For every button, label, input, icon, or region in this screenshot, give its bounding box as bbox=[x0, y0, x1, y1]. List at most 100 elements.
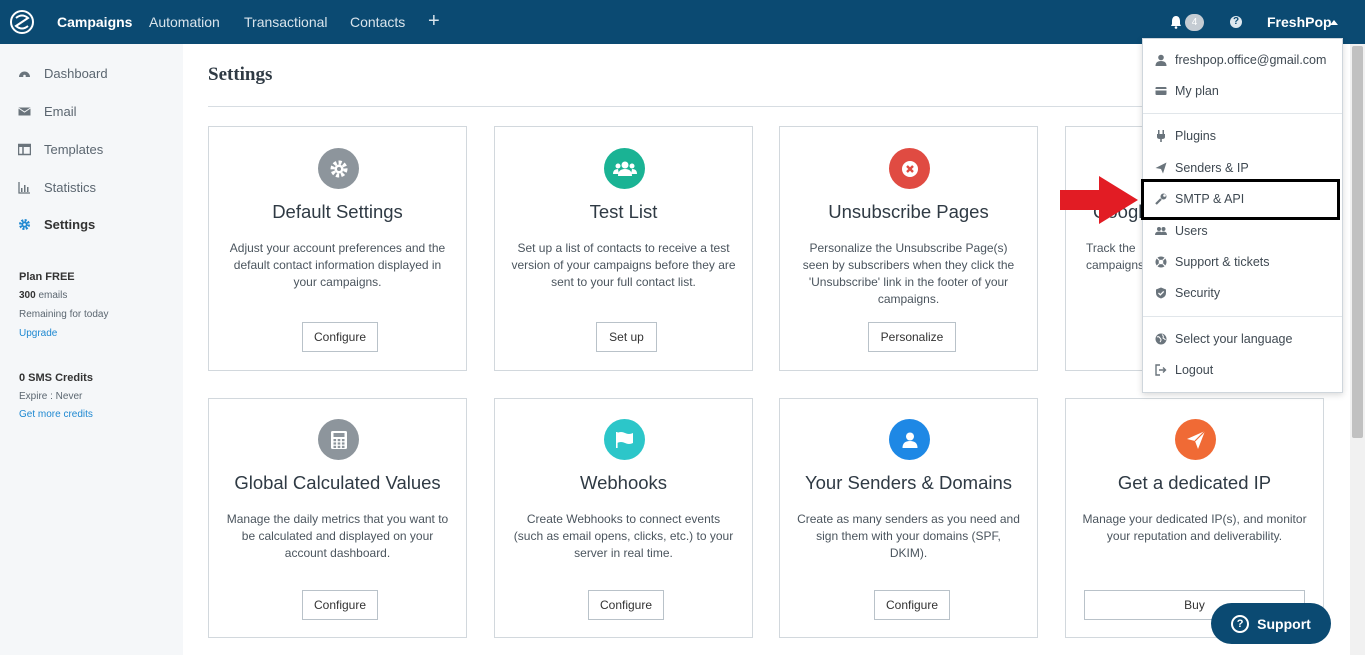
dropdown-item-label: Plugins bbox=[1175, 129, 1216, 143]
plug-icon bbox=[1157, 130, 1165, 142]
card-description: Manage your dedicated IP(s), and monitor… bbox=[1082, 512, 1307, 543]
logo-icon[interactable] bbox=[9, 9, 35, 35]
calculator-icon bbox=[330, 430, 347, 449]
card-global-calculated-values: Global Calculated Values Manage the dail… bbox=[208, 398, 467, 638]
card-icon-circle bbox=[604, 148, 645, 189]
users-icon bbox=[1155, 227, 1167, 235]
shield-icon bbox=[1156, 287, 1166, 299]
card-title: Your Senders & Domains bbox=[804, 472, 1013, 493]
sidebar-item-label: Templates bbox=[44, 141, 104, 157]
get-more-credits-link[interactable]: Get more credits bbox=[19, 409, 93, 420]
sidebar: Dashboard Email Templates Statistics Set… bbox=[0, 44, 183, 655]
upgrade-link[interactable]: Upgrade bbox=[19, 328, 57, 339]
card-description: Create as many senders as you need and s… bbox=[797, 512, 1020, 560]
card-icon-circle bbox=[318, 419, 359, 460]
dropdown-item-security[interactable]: Security bbox=[1155, 284, 1220, 302]
card-test-list: Test List Set up a list of contacts to r… bbox=[494, 126, 753, 371]
sidebar-item-label: Email bbox=[44, 103, 77, 119]
card-webhooks: Webhooks Create Webhooks to connect even… bbox=[494, 398, 753, 638]
logout-icon bbox=[1155, 364, 1167, 376]
card-icon-circle bbox=[889, 419, 930, 460]
dropdown-separator bbox=[1143, 316, 1342, 317]
sidebar-item-templates[interactable]: Templates bbox=[18, 139, 103, 159]
configure-button[interactable]: Configure bbox=[874, 590, 950, 620]
dropdown-item-account-email[interactable]: freshpop.office@gmail.com bbox=[1155, 51, 1326, 69]
card-title: Test List bbox=[589, 201, 658, 222]
gear-icon bbox=[19, 218, 30, 230]
send-icon bbox=[1155, 162, 1167, 174]
caret-up-icon[interactable] bbox=[1330, 20, 1338, 25]
configure-button[interactable]: Configure bbox=[302, 590, 378, 620]
dropdown-item-users[interactable]: Users bbox=[1155, 222, 1208, 240]
card-senders-domains: Your Senders & Domains Create as many se… bbox=[779, 398, 1038, 638]
dropdown-item-label: freshpop.office@gmail.com bbox=[1175, 53, 1327, 67]
dropdown-item-senders-ip[interactable]: Senders & IP bbox=[1155, 159, 1249, 177]
statistics-icon bbox=[18, 181, 30, 194]
card-description: Set up a list of contacts to receive a t… bbox=[511, 241, 736, 289]
card-dedicated-ip: Get a dedicated IP Manage your dedicated… bbox=[1065, 398, 1324, 638]
configure-button[interactable]: Configure bbox=[588, 590, 664, 620]
page-title: Settings bbox=[208, 64, 273, 85]
emails-remaining: 300 emails bbox=[19, 290, 67, 301]
card-description: Track the campaigns bbox=[1086, 241, 1145, 272]
sms-credits: 0 SMS Credits bbox=[19, 372, 93, 384]
card-default-settings: Default Settings Adjust your account pre… bbox=[208, 126, 467, 371]
sidebar-item-email[interactable]: Email bbox=[18, 101, 77, 121]
dropdown-item-support-tickets[interactable]: Support & tickets bbox=[1155, 253, 1270, 271]
dashboard-icon bbox=[19, 71, 30, 77]
card-icon-circle bbox=[889, 148, 930, 189]
help-icon: ? bbox=[1231, 614, 1250, 633]
flag-icon bbox=[615, 431, 633, 448]
scrollbar[interactable] bbox=[1350, 44, 1365, 655]
close-icon bbox=[901, 160, 918, 177]
sidebar-item-settings[interactable]: Settings bbox=[18, 214, 95, 234]
sms-expire: Expire : Never bbox=[19, 391, 83, 402]
lifebuoy-icon bbox=[1155, 256, 1167, 268]
card-title: Default Settings bbox=[272, 201, 403, 222]
sidebar-item-label: Settings bbox=[44, 216, 96, 232]
dropdown-item-label: Senders & IP bbox=[1175, 161, 1249, 175]
configure-button[interactable]: Configure bbox=[302, 322, 378, 352]
personalize-button[interactable]: Personalize bbox=[868, 322, 956, 352]
card-description: Adjust your account preferences and the … bbox=[229, 241, 446, 289]
emails-count: 300 bbox=[19, 290, 36, 301]
bell-icon[interactable] bbox=[1170, 15, 1182, 29]
dropdown-item-logout[interactable]: Logout bbox=[1155, 361, 1213, 379]
sidebar-item-dashboard[interactable]: Dashboard bbox=[18, 63, 108, 83]
dropdown-item-label: My plan bbox=[1175, 84, 1219, 98]
send-icon bbox=[1186, 430, 1205, 449]
dropdown-item-label: Logout bbox=[1175, 363, 1214, 377]
templates-icon bbox=[18, 143, 31, 155]
nav-contacts[interactable]: Contacts bbox=[350, 14, 405, 30]
sidebar-item-label: Dashboard bbox=[44, 65, 108, 81]
card-title: Get a dedicated IP bbox=[1117, 472, 1272, 493]
support-button[interactable]: ? Support bbox=[1211, 603, 1331, 644]
help-icon[interactable]: ? bbox=[1230, 16, 1242, 28]
dropdown-item-plugins[interactable]: Plugins bbox=[1155, 127, 1216, 145]
scrollbar-thumb[interactable] bbox=[1352, 46, 1363, 438]
card-icon-circle bbox=[318, 148, 359, 189]
set-up-button[interactable]: Set up bbox=[596, 322, 657, 352]
sidebar-item-label: Statistics bbox=[44, 179, 97, 195]
card-description: Personalize the Unsubscribe Page(s) seen… bbox=[802, 241, 1015, 306]
nav-transactional[interactable]: Transactional bbox=[244, 14, 328, 30]
highlight-box-annotation bbox=[1141, 179, 1340, 220]
card-unsubscribe-pages: Unsubscribe Pages Personalize the Unsubs… bbox=[779, 126, 1038, 371]
user-menu[interactable]: FreshPop bbox=[1267, 14, 1332, 30]
globe-icon bbox=[1155, 333, 1167, 345]
dropdown-item-select-language[interactable]: Select your language bbox=[1155, 330, 1292, 348]
card-title: Webhooks bbox=[579, 472, 668, 493]
nav-campaigns[interactable]: Campaigns bbox=[57, 14, 132, 30]
add-icon[interactable]: + bbox=[428, 11, 440, 31]
card-icon bbox=[1155, 87, 1167, 95]
dropdown-separator bbox=[1143, 113, 1342, 114]
sidebar-item-statistics[interactable]: Statistics bbox=[18, 177, 96, 197]
card-title: Unsubscribe Pages bbox=[828, 201, 989, 222]
card-title: Global Calculated Values bbox=[234, 472, 441, 493]
emails-unit: emails bbox=[38, 290, 68, 301]
dropdown-item-my-plan[interactable]: My plan bbox=[1155, 82, 1219, 100]
notification-badge[interactable]: 4 bbox=[1185, 14, 1204, 31]
dropdown-item-label: Support & tickets bbox=[1175, 255, 1270, 269]
nav-automation[interactable]: Automation bbox=[149, 14, 220, 30]
card-icon-circle bbox=[1175, 419, 1216, 460]
